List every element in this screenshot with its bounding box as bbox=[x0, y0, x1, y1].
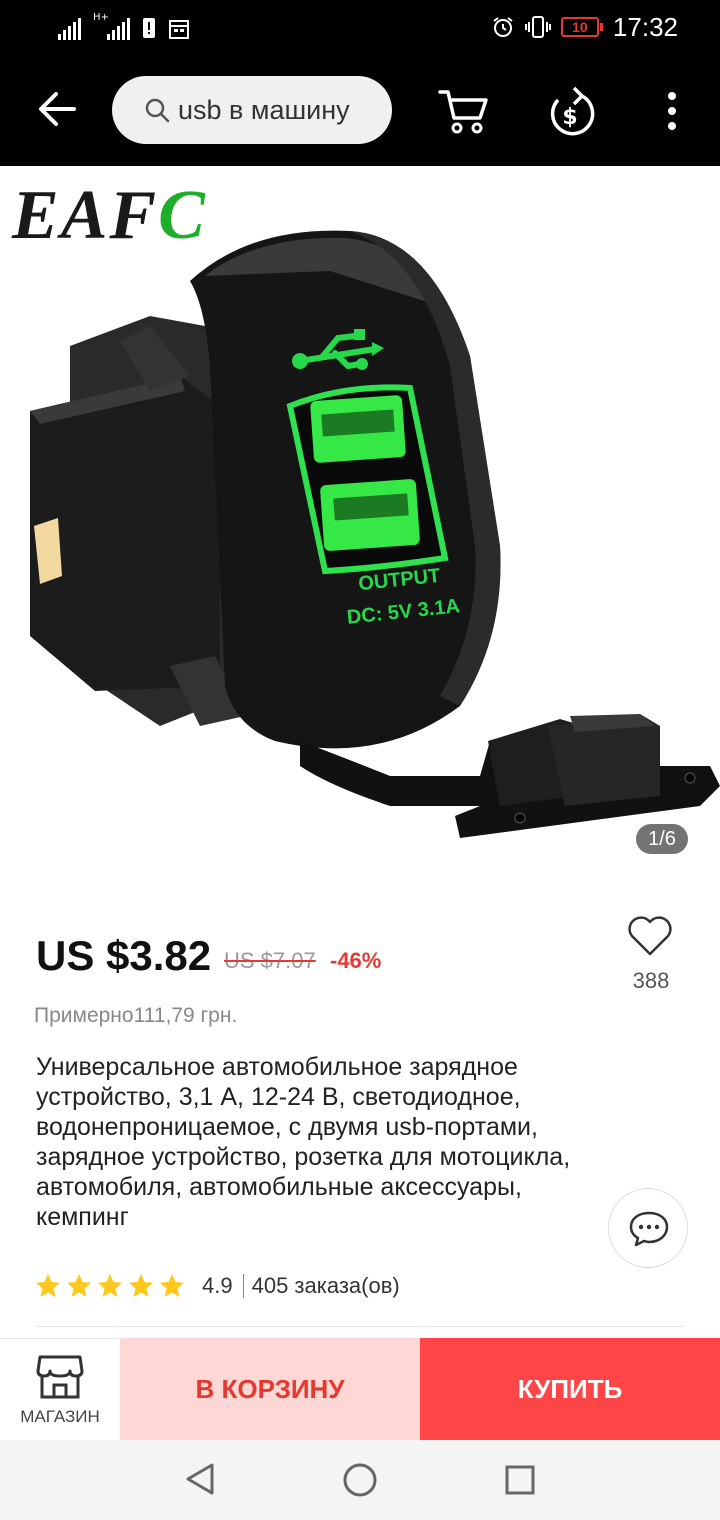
search-icon bbox=[145, 98, 170, 123]
more-vert-icon[interactable] bbox=[660, 90, 684, 132]
nav-recent-icon[interactable] bbox=[504, 1464, 536, 1496]
add-to-cart-button[interactable]: В КОРЗИНУ bbox=[120, 1338, 420, 1440]
status-right: 10 17:32 bbox=[491, 12, 678, 42]
store-button[interactable]: МАГАЗИН bbox=[0, 1338, 120, 1440]
status-bar: H+ 10 17:32 bbox=[0, 0, 720, 56]
store-icon bbox=[36, 1355, 84, 1399]
product-image: OUTPUT DC: 5V 3.1A bbox=[30, 230, 720, 838]
back-arrow-icon[interactable] bbox=[34, 86, 80, 132]
network-type: H+ bbox=[93, 12, 109, 23]
rating-row[interactable]: 4.9 405 заказа(ов) bbox=[34, 1270, 400, 1302]
star-icon bbox=[160, 1274, 184, 1297]
star-icon bbox=[36, 1274, 60, 1297]
store-label: МАГАЗИН bbox=[20, 1407, 100, 1426]
orders-count: 405 заказа(ов) bbox=[251, 1273, 400, 1298]
signal-h-plus-icon: H+ bbox=[93, 12, 130, 40]
cart-icon[interactable] bbox=[438, 84, 490, 136]
battery-level: 10 bbox=[560, 17, 599, 37]
chat-button[interactable] bbox=[608, 1188, 688, 1268]
star-icon bbox=[67, 1274, 91, 1297]
calendar-icon bbox=[169, 20, 189, 39]
top-app-bar: usb в машину $ bbox=[0, 56, 720, 166]
discount-badge: -46% bbox=[330, 948, 382, 973]
approx-price: Примерно111,79 грн. bbox=[34, 1004, 238, 1027]
signal-icon bbox=[58, 18, 81, 40]
current-price: US $3.82 bbox=[36, 932, 212, 979]
product-title: Универсальное автомобильное зарядное уст… bbox=[36, 1053, 571, 1231]
clock: 17:32 bbox=[612, 11, 678, 42]
alert-icon bbox=[143, 18, 155, 38]
chat-icon bbox=[629, 1211, 669, 1247]
divider bbox=[242, 1274, 244, 1298]
battery-icon: 10 bbox=[560, 17, 603, 37]
section-divider bbox=[36, 1326, 684, 1327]
search-input[interactable]: usb в машину bbox=[112, 76, 392, 144]
status-left: H+ bbox=[58, 12, 190, 40]
system-nav-bar bbox=[0, 1440, 720, 1520]
wishlist-count: 388 bbox=[632, 968, 670, 993]
vibrate-icon bbox=[524, 16, 551, 38]
old-price: US $7.07 bbox=[224, 948, 316, 973]
nav-back-icon[interactable] bbox=[184, 1462, 216, 1496]
star-rating bbox=[34, 1272, 186, 1300]
rating-value: 4.9 bbox=[202, 1273, 233, 1298]
bottom-action-bar: МАГАЗИН В КОРЗИНУ КУПИТЬ bbox=[0, 1338, 720, 1440]
image-counter: 1/6 bbox=[636, 824, 688, 854]
product-gallery[interactable]: EAFC OUTPUT DC: 5V 3.1A 1/6 bbox=[0, 166, 720, 866]
star-icon bbox=[98, 1274, 122, 1297]
coins-icon[interactable]: $ bbox=[544, 82, 596, 138]
svg-text:$: $ bbox=[562, 105, 577, 130]
heart-icon[interactable] bbox=[626, 914, 674, 958]
alarm-icon bbox=[493, 17, 513, 37]
nav-home-icon[interactable] bbox=[342, 1462, 378, 1498]
search-query: usb в машину bbox=[178, 94, 350, 125]
buy-now-button[interactable]: КУПИТЬ bbox=[420, 1338, 720, 1440]
star-icon bbox=[129, 1274, 153, 1297]
